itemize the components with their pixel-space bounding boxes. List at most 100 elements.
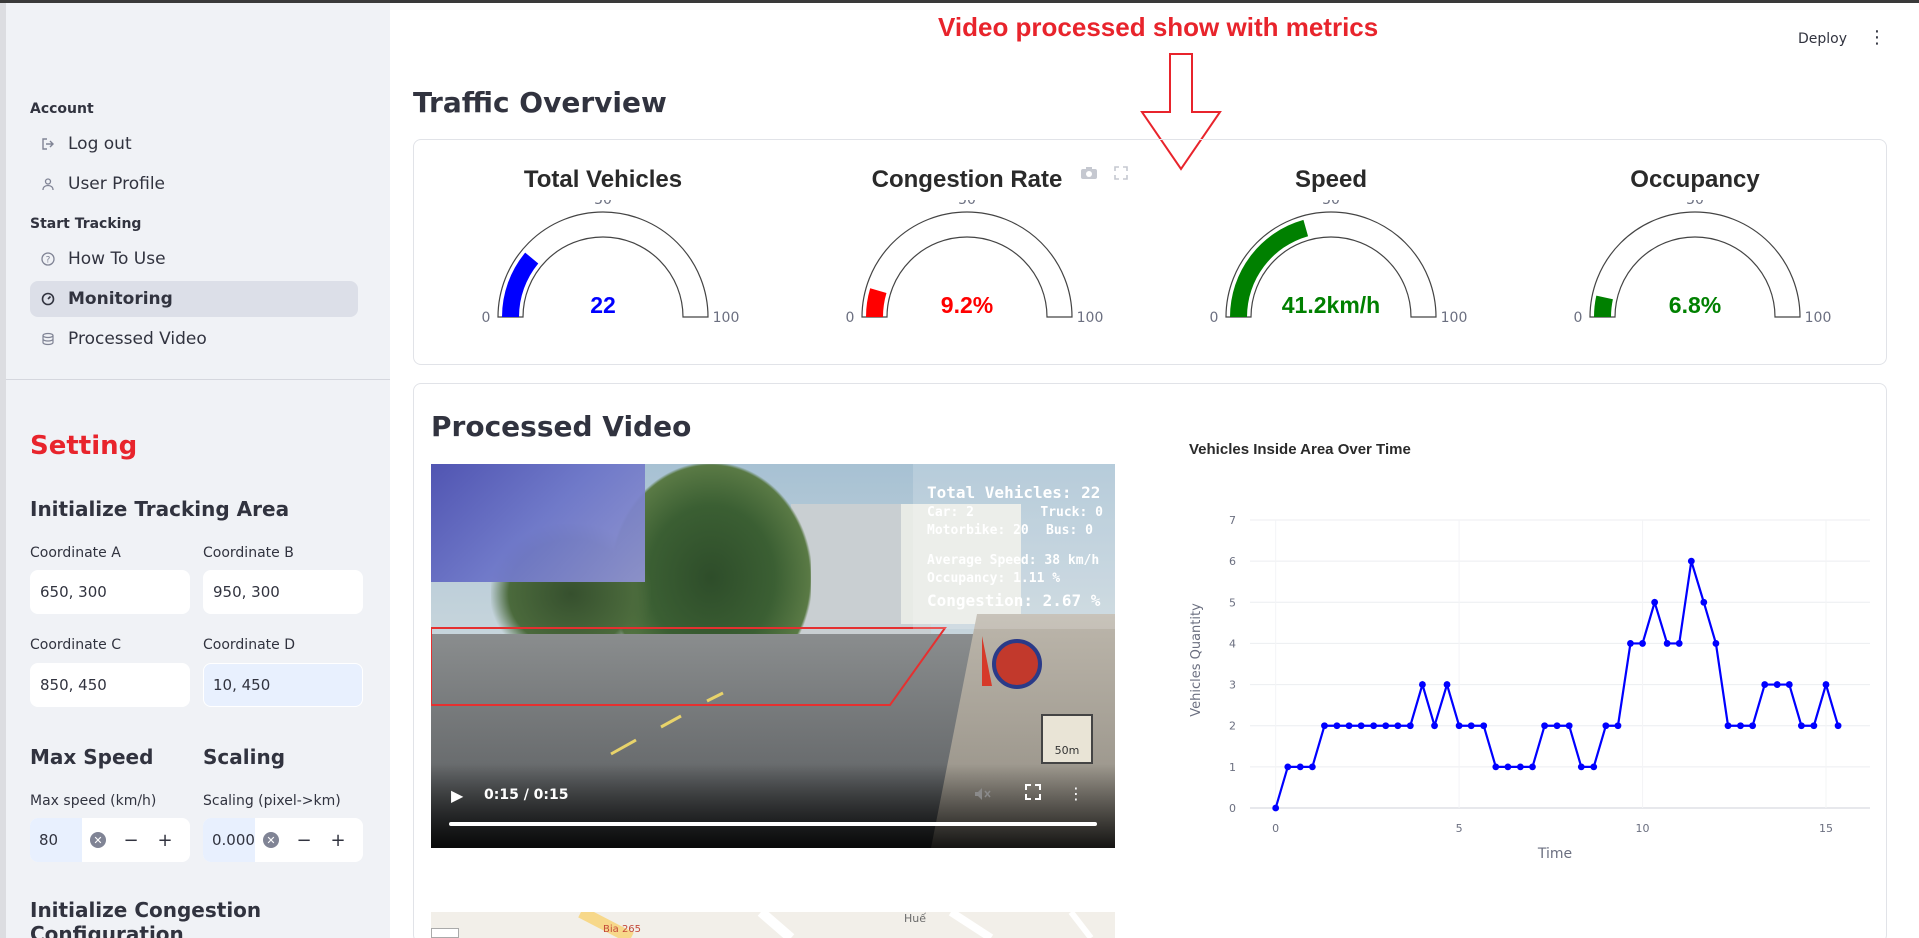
overlay-avg-speed: Average Speed: 38 km/h [927,553,1100,568]
gauge-title: Total Vehicles [523,166,683,193]
data-point [1467,722,1475,730]
x-tick-label: 15 [1819,822,1833,835]
scaling-stepper[interactable]: 0.000 ✕ − + [203,818,363,862]
user-icon [40,176,56,192]
coordinate-c-input[interactable]: 850, 450 [30,663,190,707]
video-controls [431,764,1115,848]
scaling-value[interactable]: 0.000 [203,818,255,862]
coordinate-b-label: Coordinate B [203,545,294,561]
data-point [1455,722,1463,730]
camera-icon[interactable] [1080,166,1098,184]
congestion-config-title: Initialize Congestion Configuration [30,898,262,938]
data-point [1296,763,1304,771]
help-icon: ? [40,251,56,267]
map-label: Bia 265 [603,924,642,935]
video-frame-distance-sign: 50m [1041,714,1093,764]
video-time: 0:15 / 0:15 [484,787,569,803]
x-axis-label: Time [1537,846,1572,862]
gauge-tick-mid: 50 [958,200,976,208]
data-point [1687,557,1695,565]
y-axis-label: Vehicles Quantity [1189,603,1204,717]
video-progress-bar[interactable] [449,822,1097,826]
sidebar-item-logout[interactable]: Log out [30,126,358,162]
coordinate-b-input[interactable]: 950, 300 [203,570,363,614]
fullscreen-icon[interactable] [1025,784,1041,804]
y-tick-label: 5 [1229,596,1236,609]
max-speed-value[interactable]: 80 [30,818,82,862]
play-icon[interactable]: ▶ [451,786,463,805]
data-point [1345,722,1353,730]
data-point [1822,681,1830,688]
gauge-bar [866,288,887,317]
metrics-overlay-text: Total Vehicles: 22 Car: 2 Truck: 0 Motor… [927,482,1103,612]
gauge-svg: 0 50 100 41.2km/h [1210,200,1468,326]
fullscreen-icon[interactable] [1114,166,1128,184]
data-point [1431,722,1438,730]
video-section-title: Processed Video [431,410,692,443]
sidebar-item-label: Monitoring [68,289,173,309]
deploy-button[interactable]: Deploy [1798,31,1847,47]
data-point [1272,804,1280,812]
sidebar-item-label: User Profile [68,174,166,194]
max-speed-label: Max speed (km/h) [30,793,157,809]
overlay-total: Total Vehicles: 22 [927,483,1101,502]
increment-button[interactable]: + [148,818,182,862]
clear-icon[interactable]: ✕ [263,832,279,848]
sidebar-item-monitoring[interactable]: Monitoring [30,281,358,317]
coordinate-d-input[interactable]: 10, 450 [203,663,363,707]
clear-icon[interactable]: ✕ [90,832,106,848]
video-frame-road-sign [992,639,1042,689]
annotation-text: Video processed show with metrics [938,12,1379,42]
gauge-total-vehicles: Total Vehicles 0 50 100 22 [423,140,783,366]
data-point [1724,722,1732,730]
logout-icon [40,136,56,152]
x-tick-label: 5 [1456,822,1463,835]
gauge-value: 41.2km/h [1282,292,1380,318]
data-point [1627,640,1634,647]
gauge-tick-max: 100 [1441,310,1468,326]
y-tick-label: 6 [1229,555,1236,568]
decrement-button[interactable]: − [114,818,148,862]
gauge-tick-min: 0 [482,310,491,326]
data-point [1614,722,1622,730]
vehicles-over-time-chart: 0 1 2 3 4 5 6 7 0 5 10 15 Time Vehicles Quantity [1189,514,1870,862]
sidebar-item-how-to-use[interactable]: ? How To Use [30,241,358,277]
data-point [1785,681,1793,688]
y-tick-label: 2 [1229,720,1236,733]
data-point [1419,681,1426,688]
nav-section-start-tracking: Start Tracking [30,216,142,232]
data-point [1737,722,1744,730]
sidebar-item-processed-video[interactable]: Processed Video [30,321,358,357]
monitoring-icon [40,291,56,307]
map-view[interactable]: Bia 265 Huế [431,912,1115,938]
gauge-panel: Total Vehicles 0 50 100 22 Congestion Ra… [413,139,1887,365]
data-point [1810,722,1818,730]
data-point [1577,763,1585,771]
map-zoom-control[interactable] [431,928,459,938]
volume-icon[interactable] [973,786,991,806]
coordinate-a-input[interactable]: 650, 300 [30,570,190,614]
svg-text:?: ? [46,256,51,266]
data-point [1382,722,1390,730]
main-menu-icon[interactable]: ⋮ [1868,28,1886,48]
data-point [1321,722,1328,730]
gauge-tick-mid: 50 [1686,200,1704,208]
x-tick-label: 0 [1272,822,1279,835]
overlay-congestion: Congestion: 2.67 % [927,591,1101,610]
gauge-tick-max: 100 [1805,310,1832,326]
map-roads [578,912,1094,938]
sidebar-item-user-profile[interactable]: User Profile [30,166,358,202]
data-point [1443,681,1451,688]
data-point [1834,722,1842,730]
increment-button[interactable]: + [321,818,355,862]
decrement-button[interactable]: − [287,818,321,862]
processed-video-player[interactable]: 50m Total Vehicles: 22 Car: 2 Truck: 0 M… [431,464,1115,848]
max-speed-stepper[interactable]: 80 ✕ − + [30,818,190,862]
gauge-svg: 0 50 100 22 [482,200,740,326]
gauge-tick-mid: 50 [594,200,612,208]
data-point [1406,722,1414,730]
data-point [1529,763,1536,771]
overlay-occupancy: Occupancy: 1.11 % [927,571,1061,586]
video-more-icon[interactable]: ⋮ [1068,784,1084,803]
max-speed-title: Max Speed [30,745,154,769]
